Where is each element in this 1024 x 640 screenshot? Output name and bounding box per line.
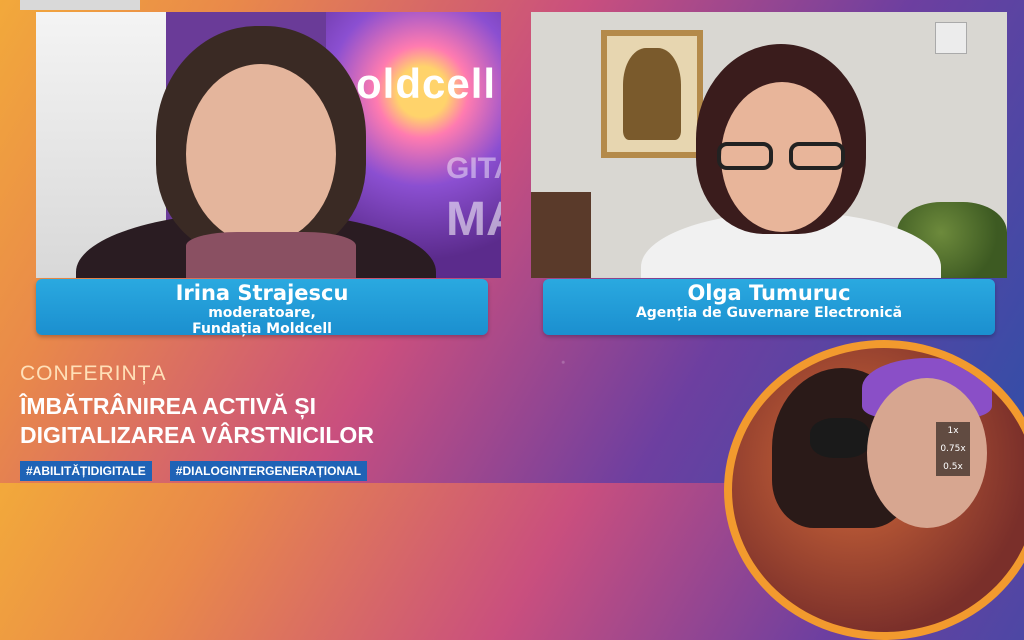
wall-portrait (601, 30, 703, 158)
participant-name: Irina Strajescu (175, 281, 349, 305)
hashtag-bar: #ABILITĂȚIDIGITALE #DIALOGINTERGENERAȚIO… (20, 461, 368, 481)
moderator-face (186, 64, 336, 244)
playback-speed-menu[interactable]: 1x 0.75x 0.5x (936, 422, 970, 476)
banner-logo-text: oldcell (356, 60, 497, 107)
conference-title: ÎMBĂTRÂNIREA ACTIVĂ ȘI DIGITALIZAREA VÂR… (20, 392, 374, 450)
hashtag: #DIALOGINTERGENERAȚIONAL (169, 461, 368, 481)
video-feed-moderator[interactable]: oldcell GITAL MA (36, 12, 501, 278)
name-card-guest: Olga Tumuruc Agenția de Guvernare Electr… (543, 279, 995, 335)
hashtag: #ABILITĂȚIDIGITALE (20, 461, 152, 481)
wall-vent (935, 22, 967, 54)
participant-name: Olga Tumuruc (687, 281, 851, 305)
face-mask (810, 418, 870, 458)
speed-option[interactable]: 1x (936, 422, 970, 440)
conference-title-line: DIGITALIZAREA VÂRSTNICILOR (20, 422, 374, 448)
video-feed-guest[interactable] (531, 12, 1007, 278)
window-top-strip (20, 0, 140, 10)
guest-glasses (709, 142, 855, 172)
participant-role: moderatoare, (208, 305, 316, 321)
chair (531, 192, 591, 278)
participant-organization: Agenția de Guvernare Electronică (635, 305, 903, 321)
promo-photo-circle (724, 340, 1024, 640)
banner-fragment-text: GITAL (446, 152, 501, 185)
conference-label: CONFERINȚA (20, 362, 167, 385)
portrait-figure (623, 48, 681, 140)
speed-option[interactable]: 0.5x (936, 458, 970, 476)
banner-fragment-text-large: MA (446, 193, 501, 246)
conference-title-line: ÎMBĂTRÂNIREA ACTIVĂ ȘI (20, 393, 317, 419)
name-card-moderator: Irina Strajescu moderatoare, Fundația Mo… (36, 279, 488, 337)
speed-option[interactable]: 0.75x (936, 440, 970, 458)
participant-organization: Fundația Moldcell (192, 321, 332, 337)
moderator-scarf (186, 232, 356, 278)
